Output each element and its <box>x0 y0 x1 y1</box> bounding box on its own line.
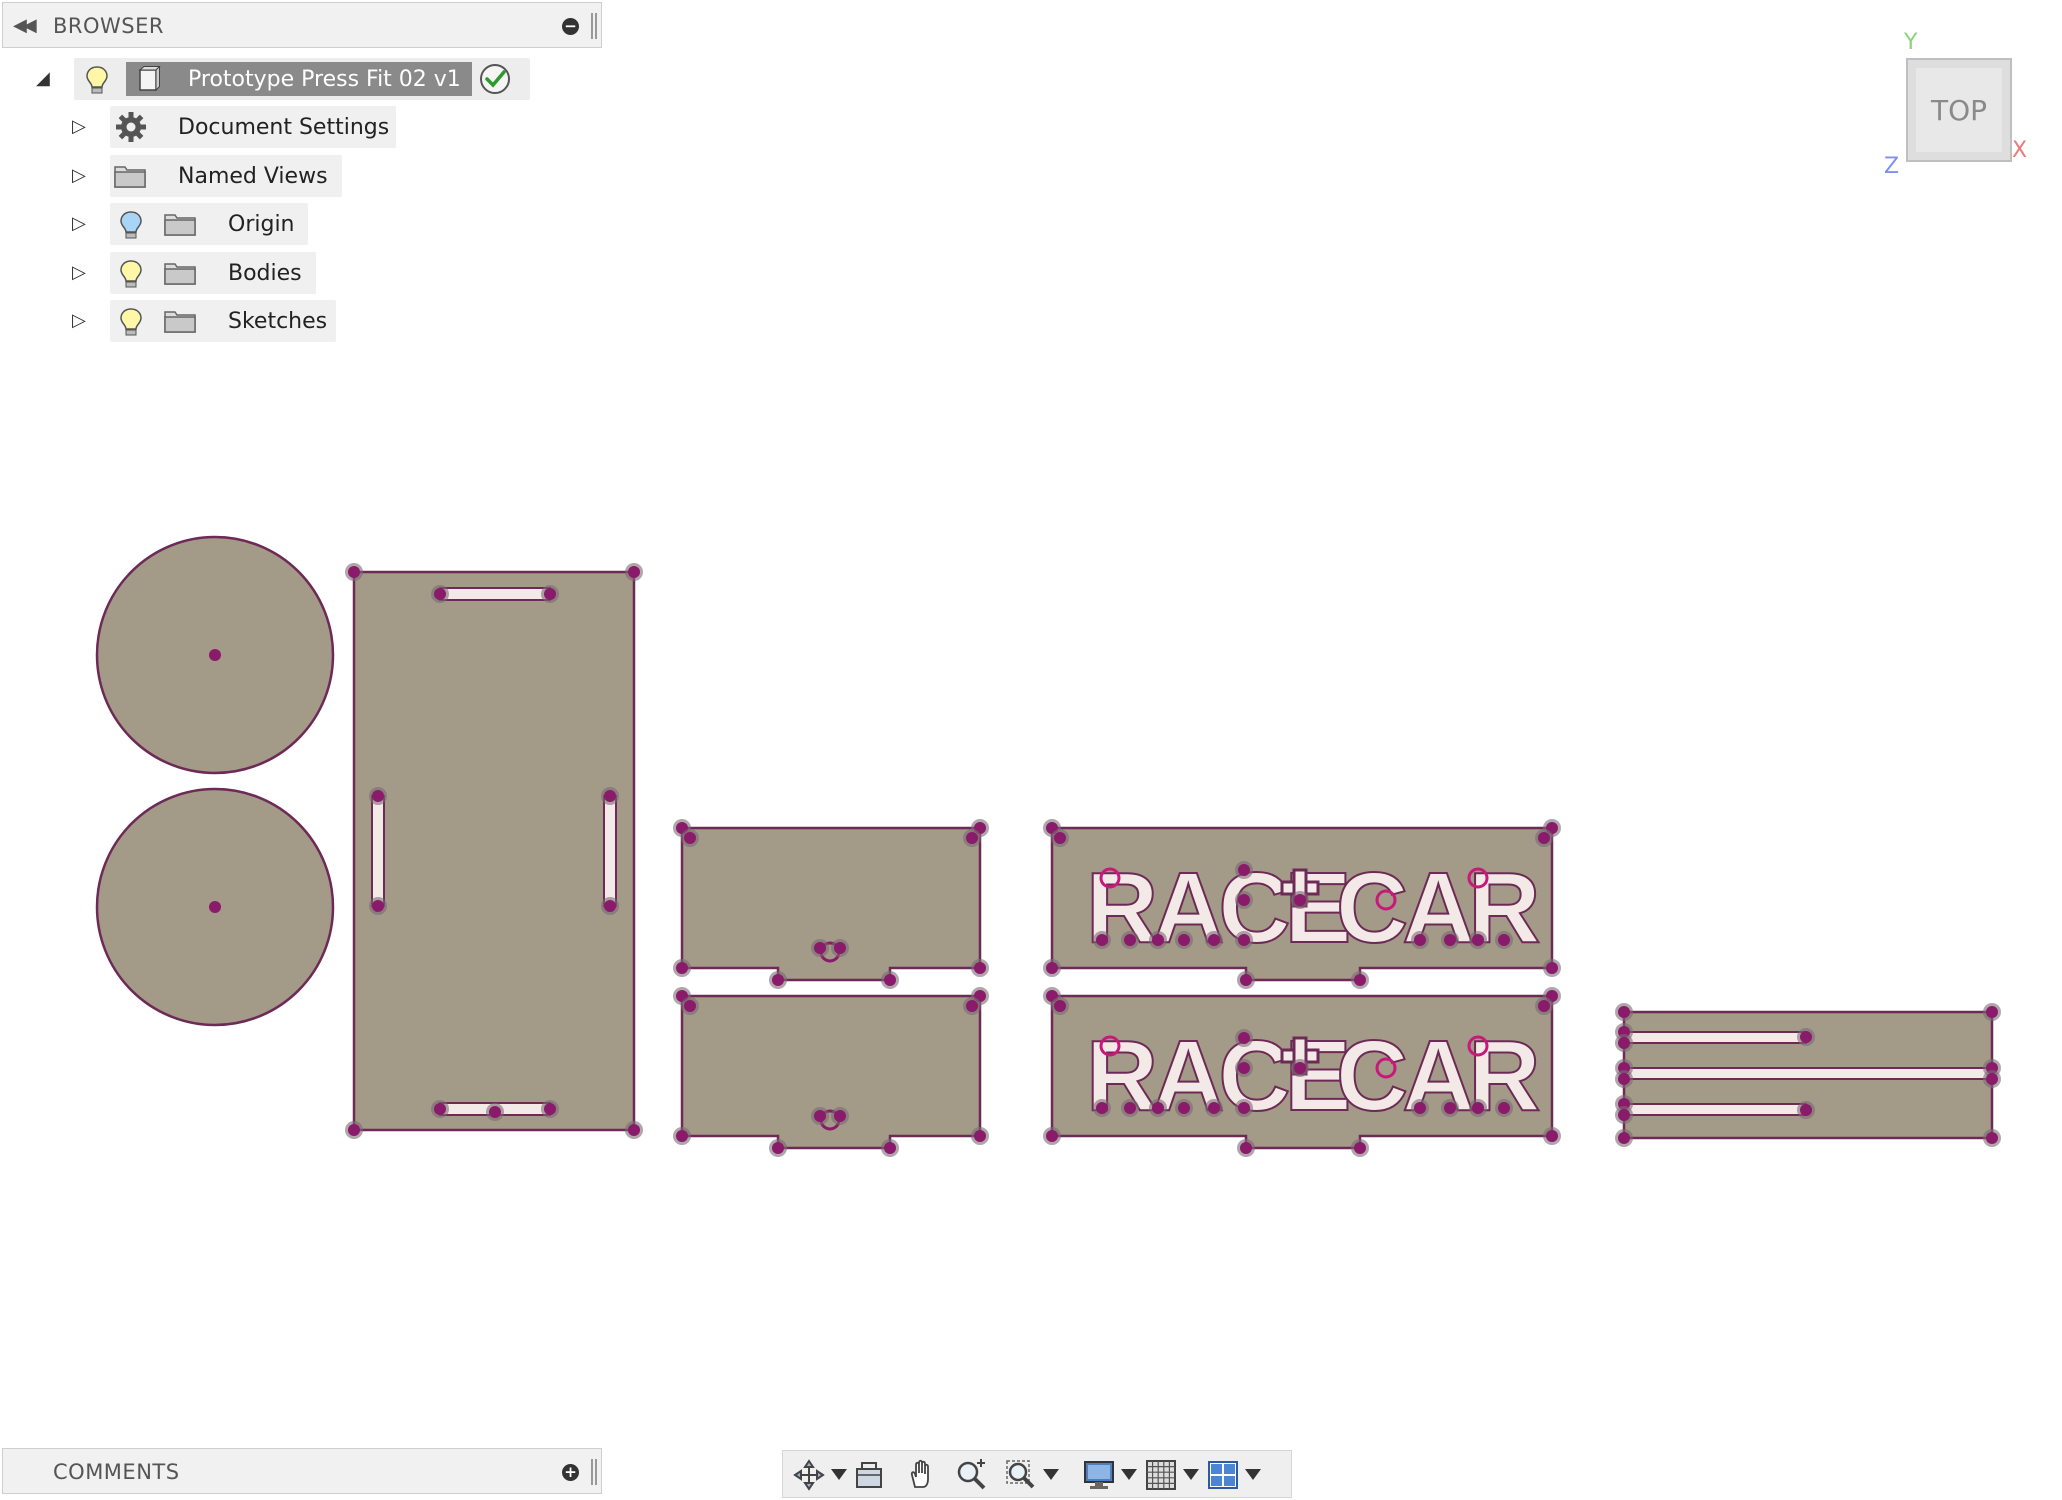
active-check-icon[interactable] <box>478 62 512 96</box>
viewports-icon[interactable] <box>1207 1459 1239 1491</box>
lightbulb-on-icon[interactable] <box>116 258 146 290</box>
folder-icon <box>114 166 146 188</box>
pan-icon[interactable] <box>905 1459 937 1491</box>
zoom-icon[interactable] <box>955 1459 987 1491</box>
chassis-base-part[interactable] <box>345 563 643 1139</box>
expand-icon[interactable]: ▷ <box>72 165 86 186</box>
race-car-side-panel-bottom[interactable]: RACE CAR <box>1043 987 1561 1157</box>
lightbulb-on-icon[interactable] <box>116 306 146 338</box>
view-cube-face-label: TOP <box>1930 94 1988 127</box>
navigation-toolbar <box>782 1450 1292 1498</box>
tree-item-document-settings[interactable]: ▷ Document Settings <box>72 106 472 148</box>
zoom-window-icon[interactable] <box>1005 1459 1037 1491</box>
tree-item-origin[interactable]: ▷ Origin <box>72 203 472 245</box>
browser-title: BROWSER <box>53 14 164 38</box>
grid-dropdown-icon[interactable] <box>1183 1469 1199 1480</box>
view-cube[interactable]: TOP Y X Z <box>1880 30 2050 190</box>
expand-icon[interactable]: ▷ <box>72 262 86 283</box>
folder-icon <box>164 311 196 333</box>
look-at-icon[interactable] <box>853 1459 885 1491</box>
collapse-root-icon[interactable]: ◢ <box>36 68 50 89</box>
comments-title: COMMENTS <box>53 1460 180 1484</box>
comments-panel: COMMENTS + <box>2 1448 602 1494</box>
axis-x-label: X <box>2012 138 2028 163</box>
tree-item-sketches[interactable]: ▷ Sketches <box>72 300 472 342</box>
axle-panel-bottom[interactable] <box>673 987 989 1157</box>
gear-icon <box>116 112 146 142</box>
zoom-dropdown-icon[interactable] <box>1043 1469 1059 1480</box>
collapse-panel-icon[interactable]: ◀◀ <box>13 15 37 36</box>
slotted-connector-part[interactable] <box>1615 1003 2001 1147</box>
add-comment-icon[interactable]: + <box>562 1464 579 1481</box>
tree-item-label[interactable]: Named Views <box>178 164 328 189</box>
tree-root-row[interactable]: ◢ Prototype Press Fit 02 v1 <box>30 58 530 100</box>
expand-icon[interactable]: ▷ <box>72 116 86 137</box>
panel-grip-icon[interactable] <box>591 13 597 39</box>
axis-z-label: Z <box>1884 154 1900 179</box>
expand-icon[interactable]: ▷ <box>72 310 86 331</box>
display-settings-icon[interactable] <box>1083 1459 1115 1491</box>
tree-item-label[interactable]: Document Settings <box>178 115 389 140</box>
tree-item-named-views[interactable]: ▷ Named Views <box>72 155 472 197</box>
folder-icon <box>164 263 196 285</box>
lightbulb-on-icon[interactable] <box>82 64 112 96</box>
orbit-dropdown-icon[interactable] <box>831 1469 847 1480</box>
tree-item-label[interactable]: Origin <box>228 212 295 237</box>
display-dropdown-icon[interactable] <box>1121 1469 1137 1480</box>
root-component-name[interactable]: Prototype Press Fit 02 v1 <box>188 67 461 92</box>
grid-icon[interactable] <box>1145 1459 1177 1491</box>
component-icon <box>138 66 161 92</box>
axis-y-label: Y <box>1904 30 1918 55</box>
panel-grip-icon[interactable] <box>591 1459 597 1485</box>
wheel-part-top[interactable] <box>95 535 335 775</box>
folder-icon <box>164 214 196 236</box>
wheel-part-bottom[interactable] <box>95 787 335 1027</box>
orbit-icon[interactable] <box>793 1459 825 1491</box>
race-car-side-panel-top[interactable]: RACE CAR <box>1043 819 1561 989</box>
browser-panel-header: ◀◀ BROWSER − <box>2 2 602 48</box>
viewports-dropdown-icon[interactable] <box>1245 1469 1261 1480</box>
tree-item-label[interactable]: Bodies <box>228 261 302 286</box>
expand-icon[interactable]: ▷ <box>72 213 86 234</box>
axle-panel-top[interactable] <box>673 819 989 989</box>
lightbulb-off-icon[interactable] <box>116 209 146 241</box>
minimize-panel-icon[interactable]: − <box>562 18 579 35</box>
tree-item-bodies[interactable]: ▷ Bodies <box>72 252 472 294</box>
tree-item-label[interactable]: Sketches <box>228 309 327 334</box>
